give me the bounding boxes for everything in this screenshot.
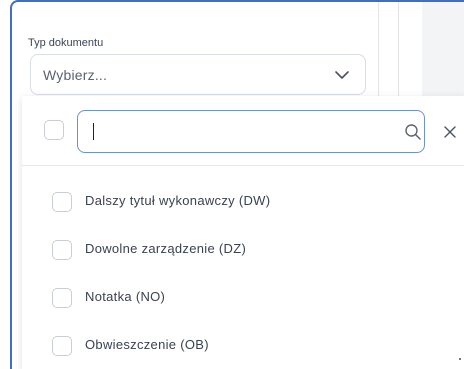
list-item[interactable]: Obwieszczenie (OB) xyxy=(22,322,464,369)
dropdown-panel: Dalszy tytuł wykonawczy (DW) Dowolne zar… xyxy=(22,96,464,369)
item-checkbox[interactable] xyxy=(52,240,72,260)
list-item[interactable]: Notatka (NO) xyxy=(22,274,464,322)
select-all-checkbox[interactable] xyxy=(44,120,64,140)
chevron-down-icon xyxy=(335,71,349,79)
search-icon xyxy=(405,124,421,140)
divider xyxy=(378,2,379,102)
item-label: Dowolne zarządzenie (DZ) xyxy=(85,241,247,256)
close-icon[interactable] xyxy=(443,125,457,139)
item-label: Dalszy tytuł wykonawczy (DW) xyxy=(85,193,271,208)
document-type-select[interactable]: Wybierz... xyxy=(30,54,366,95)
search-row xyxy=(22,96,464,166)
item-label: Obwieszczenie (OB) xyxy=(85,337,209,352)
list-item[interactable]: Dalszy tytuł wykonawczy (DW) xyxy=(22,178,464,226)
divider xyxy=(398,2,399,102)
item-checkbox[interactable] xyxy=(52,336,72,356)
select-placeholder: Wybierz... xyxy=(43,66,108,83)
item-label: Notatka (NO) xyxy=(85,289,166,304)
item-checkbox[interactable] xyxy=(52,288,72,308)
scroll-indicator xyxy=(459,358,461,360)
list-item[interactable]: Dowolne zarządzenie (DZ) xyxy=(22,226,464,274)
search-input[interactable] xyxy=(77,110,425,153)
field-label: Typ dokumentu xyxy=(28,37,104,49)
text-caret xyxy=(93,123,94,140)
item-checkbox[interactable] xyxy=(52,192,72,212)
document-filter-panel: Typ dokumentu Wybierz... Dalszy tytuł wy… xyxy=(10,0,464,369)
